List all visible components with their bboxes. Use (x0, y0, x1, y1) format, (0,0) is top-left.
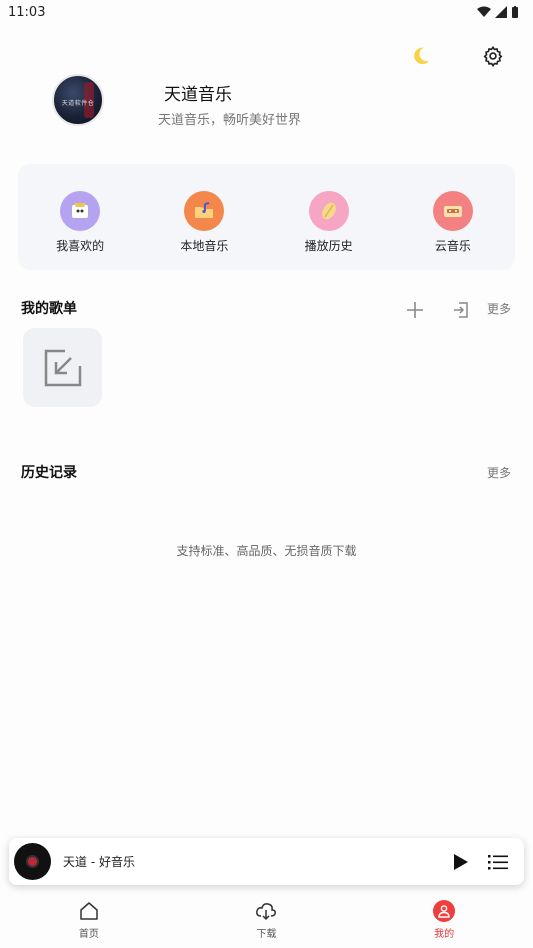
import-arrow-icon (44, 349, 81, 386)
disc-center (26, 855, 39, 868)
quick-access-card: 我喜欢的 本地音乐 播放历史 云音乐 (18, 164, 515, 270)
play-icon (454, 853, 468, 870)
user-icon (433, 900, 456, 922)
quick-label-local-music: 本地音乐 (180, 238, 229, 253)
mini-player[interactable]: 天道 - 好音乐 (9, 838, 524, 885)
gear-icon (483, 45, 503, 67)
track-title: 天道 - 好音乐 (63, 855, 135, 869)
profile-name: 天道音乐 (164, 85, 232, 105)
signal-icon (495, 6, 507, 18)
status-time: 11:03 (8, 4, 46, 20)
tab-download-label: 下载 (256, 929, 277, 940)
quick-label-favorites: 我喜欢的 (56, 238, 105, 253)
quick-item-favorites[interactable]: 我喜欢的 (30, 190, 130, 254)
profile-text: 天道音乐 天道音乐，畅听美好世界 (158, 80, 378, 128)
moon-icon (414, 47, 430, 65)
my-playlists-title: 我的歌单 (21, 301, 77, 317)
status-bar: 11:03 (0, 0, 533, 24)
playlist-actions (401, 296, 475, 324)
battery-icon (512, 5, 518, 18)
add-playlist-button[interactable] (401, 296, 429, 324)
tab-mine[interactable]: 我的 (384, 900, 504, 940)
quick-label-cloud-music: 云音乐 (434, 238, 471, 253)
bottom-tab-bar: 首页 下载 我的 (0, 896, 533, 948)
quick-label-history: 播放历史 (304, 238, 353, 253)
night-mode-button[interactable] (407, 42, 435, 70)
avatar-caption: 天道软件仓 (61, 100, 95, 107)
quick-item-cloud-music[interactable]: 云音乐 (403, 190, 503, 254)
cloud-cassette-icon (432, 190, 473, 231)
quick-item-history[interactable]: 播放历史 (279, 190, 379, 254)
profile-header[interactable]: 天道软件仓 天道音乐 天道音乐，畅听美好世界 (52, 74, 301, 128)
history-title: 历史记录 (21, 465, 77, 481)
play-button[interactable] (446, 848, 474, 876)
my-playlists-more-link[interactable]: 更多 (487, 300, 511, 317)
tab-mine-label: 我的 (434, 929, 455, 940)
cloud-download-icon (256, 903, 277, 921)
history-more-link[interactable]: 更多 (487, 464, 511, 481)
favorites-icon (60, 190, 101, 231)
history-empty-hint: 支持标准、高品质、无损音质下载 (176, 544, 357, 558)
import-playlist-tile[interactable] (23, 328, 102, 407)
local-music-icon (184, 190, 225, 231)
status-icons (477, 5, 519, 19)
tab-home-label: 首页 (78, 929, 99, 940)
home-icon (80, 902, 98, 920)
playlist-queue-button[interactable] (484, 848, 512, 876)
album-disc (14, 843, 51, 880)
history-disc-icon (308, 190, 349, 231)
quick-item-local-music[interactable]: 本地音乐 (154, 190, 254, 254)
settings-button[interactable] (479, 42, 507, 70)
list-icon (488, 854, 508, 869)
import-playlist-button[interactable] (447, 296, 475, 324)
profile-subtitle: 天道音乐，畅听美好世界 (158, 113, 302, 128)
import-icon (454, 302, 468, 318)
tab-home[interactable]: 首页 (29, 900, 149, 940)
avatar[interactable]: 天道软件仓 (52, 74, 104, 126)
wifi-icon (477, 6, 491, 17)
tab-download[interactable]: 下载 (206, 900, 326, 940)
plus-icon (407, 302, 423, 318)
top-actions (407, 42, 507, 70)
